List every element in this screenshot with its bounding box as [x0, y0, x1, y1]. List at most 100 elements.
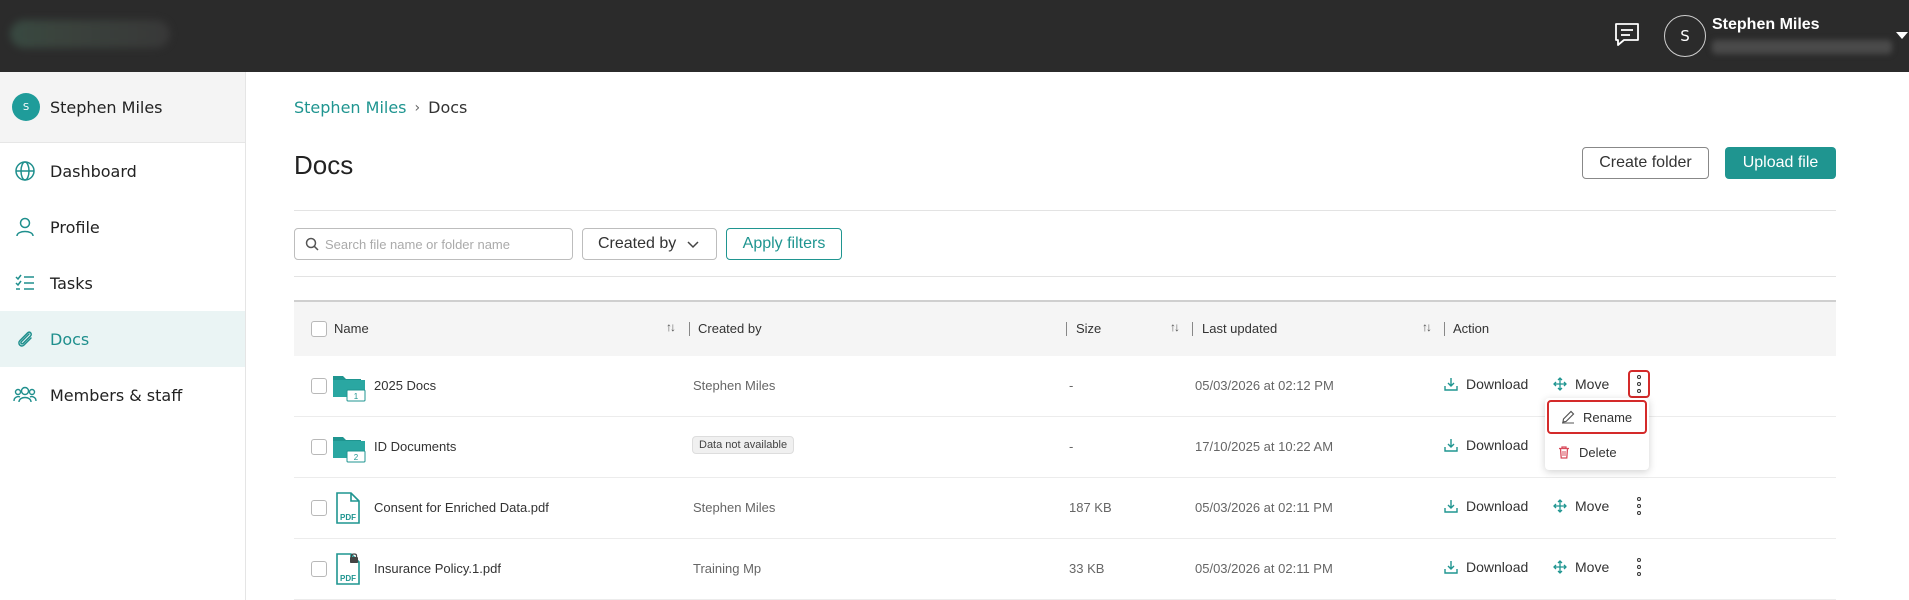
sidebar-item-label: Docs [50, 329, 90, 349]
top-bar: S Stephen Miles [0, 0, 1909, 72]
globe-icon [12, 158, 38, 184]
apply-filters-button[interactable]: Apply filters [726, 228, 842, 260]
download-icon [1444, 500, 1458, 513]
kebab-dot [1637, 511, 1641, 515]
sidebar-user[interactable]: S Stephen Miles [0, 72, 245, 143]
created-by: Training Mp [693, 561, 762, 576]
created-by-badge: Data not available [692, 436, 795, 454]
search-icon [305, 237, 319, 251]
file-size: 33 KB [1069, 561, 1105, 576]
move-button[interactable]: Move [1553, 498, 1609, 514]
move-label: Move [1575, 498, 1610, 514]
sort-icon[interactable]: ↑↓ [1422, 320, 1432, 334]
download-icon [1444, 439, 1458, 452]
page-title: Docs [294, 150, 354, 180]
header-action: Action [1453, 321, 1490, 336]
locked-pdf-file-icon: PDF [336, 553, 360, 585]
messages-button[interactable] [1610, 18, 1644, 52]
last-updated: 05/03/2026 at 02:12 PM [1195, 378, 1334, 393]
divider [294, 210, 1836, 211]
delete-label: Delete [1579, 444, 1617, 460]
more-options-button[interactable] [1628, 492, 1650, 520]
move-button[interactable]: Move [1553, 559, 1609, 575]
sidebar-item-label: Profile [50, 217, 100, 237]
sidebar-item-tasks[interactable]: Tasks [0, 255, 245, 311]
move-button[interactable]: Move [1553, 376, 1609, 392]
breadcrumb-current: Docs [428, 98, 468, 117]
paperclip-icon [12, 326, 38, 352]
delete-menu-item[interactable]: Delete [1545, 435, 1649, 469]
row-checkbox[interactable] [311, 500, 327, 516]
user-avatar-initial: S [1680, 27, 1690, 45]
row-options-menu: Rename Delete [1545, 398, 1649, 470]
sidebar-user-name: Stephen Miles [50, 97, 163, 117]
select-all-checkbox[interactable] [311, 321, 327, 337]
download-label: Download [1466, 437, 1529, 453]
file-name[interactable]: Insurance Policy.1.pdf [374, 561, 501, 576]
search-input[interactable] [325, 236, 565, 252]
rename-menu-item[interactable]: Rename [1547, 400, 1647, 434]
more-options-button[interactable] [1628, 370, 1650, 398]
members-icon [12, 382, 38, 408]
chevron-down-icon[interactable] [1896, 32, 1908, 39]
rename-label: Rename [1583, 409, 1633, 425]
move-icon [1553, 560, 1567, 574]
search-box[interactable] [294, 228, 573, 260]
header-created-by[interactable]: Created by [698, 321, 762, 336]
move-label: Move [1575, 376, 1610, 392]
download-label: Download [1466, 376, 1529, 392]
kebab-dot [1637, 565, 1641, 569]
created-by-select[interactable]: Created by [582, 228, 717, 260]
move-icon [1553, 377, 1567, 391]
breadcrumb-root-link[interactable]: Stephen Miles [294, 98, 407, 117]
sidebar-item-members[interactable]: Members & staff [0, 367, 245, 423]
created-by: Stephen Miles [693, 500, 776, 515]
sidebar-item-docs[interactable]: Docs [0, 311, 245, 367]
kebab-dot [1637, 497, 1641, 501]
download-button[interactable]: Download [1444, 559, 1528, 575]
file-name[interactable]: Consent for Enriched Data.pdf [374, 500, 549, 515]
row-checkbox[interactable] [311, 561, 327, 577]
user-icon [12, 214, 38, 240]
download-icon [1444, 378, 1458, 391]
brand-logo[interactable] [10, 20, 170, 48]
sidebar-item-profile[interactable]: Profile [0, 199, 245, 255]
download-button[interactable]: Download [1444, 437, 1528, 453]
sort-icon[interactable]: ↑↓ [666, 320, 676, 334]
user-avatar[interactable]: S [1664, 15, 1706, 57]
kebab-dot [1637, 572, 1641, 576]
file-size: - [1069, 378, 1074, 393]
column-divider [1066, 322, 1067, 336]
sidebar-item-dashboard[interactable]: Dashboard [0, 143, 245, 199]
download-icon [1444, 561, 1458, 574]
move-label: Move [1575, 559, 1610, 575]
kebab-dot [1637, 375, 1641, 379]
file-name[interactable]: ID Documents [374, 439, 456, 454]
download-button[interactable]: Download [1444, 498, 1528, 514]
upload-file-button[interactable]: Upload file [1725, 147, 1836, 179]
header-name[interactable]: Name [334, 321, 369, 336]
user-name[interactable]: Stephen Miles [1712, 16, 1820, 34]
main-content: Stephen Miles › Docs Docs Create folder … [294, 72, 1836, 600]
column-divider [1192, 322, 1193, 336]
header-size[interactable]: Size [1076, 321, 1101, 336]
table-row[interactable]: PDF Insurance Policy.1.pdf Training Mp 3… [294, 539, 1836, 600]
download-label: Download [1466, 498, 1529, 514]
more-options-button[interactable] [1628, 553, 1650, 581]
chevron-down-icon [687, 241, 699, 249]
row-checkbox[interactable] [311, 439, 327, 455]
divider [294, 276, 1836, 277]
header-last-updated[interactable]: Last updated [1202, 321, 1277, 336]
folder-icon: 1 [333, 376, 366, 402]
sort-icon[interactable]: ↑↓ [1170, 320, 1180, 334]
svg-text:2: 2 [354, 453, 359, 462]
table-row[interactable]: PDF Consent for Enriched Data.pdf Stephe… [294, 478, 1836, 539]
chevron-right-icon: › [414, 99, 421, 116]
create-folder-button[interactable]: Create folder [1582, 147, 1709, 179]
download-button[interactable]: Download [1444, 376, 1528, 392]
created-by: Stephen Miles [693, 378, 776, 393]
file-name[interactable]: 2025 Docs [374, 378, 436, 393]
kebab-dot [1637, 558, 1641, 562]
table-header: Name ↑↓ Created by Size ↑↓ Last updated … [294, 300, 1836, 356]
row-checkbox[interactable] [311, 378, 327, 394]
